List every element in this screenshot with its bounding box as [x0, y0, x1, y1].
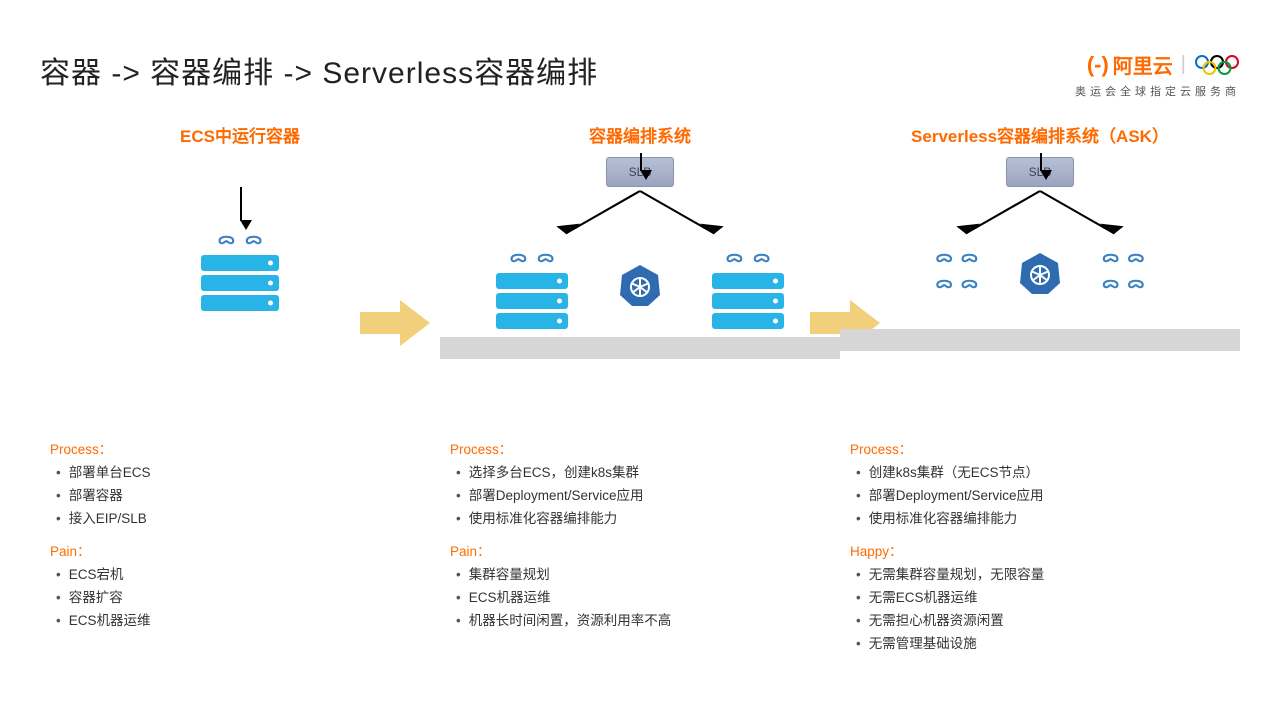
pain-list: 集群容量规划 ECS机器运维 机器长时间闲置，资源利用率不高	[450, 564, 830, 633]
column-orchestration: 容器编排系统 SLB	[440, 122, 840, 655]
kubernetes-icon	[1018, 251, 1062, 295]
pain-list: ECS宕机 容器扩容 ECS机器运维	[50, 564, 430, 633]
column-serverless: Serverless容器编排系统（ASK） SLB ᯅᯅ	[840, 122, 1240, 655]
process-heading: Process：	[450, 439, 830, 462]
pod-icon: ᯅ	[935, 245, 952, 267]
pod-icon: ᯅ	[510, 245, 527, 267]
server-icon	[201, 255, 279, 311]
server-icon	[712, 273, 784, 329]
pod-icon: ᯅ	[726, 245, 743, 267]
column-title: ECS中运行容器	[50, 122, 430, 147]
pod-icon: ᯅ	[1127, 245, 1144, 267]
pod-icon: ᯅ	[537, 245, 554, 267]
pod-icon: ᯅ	[1102, 271, 1119, 293]
pod-icon: ᯅ	[753, 245, 770, 267]
process-heading: Process：	[850, 439, 1230, 462]
slide-title: 容器 -> 容器编排 -> Serverless容器编排	[40, 48, 1240, 92]
pod-icon: ᯅ	[245, 227, 262, 249]
pod-icon: ᯅ	[935, 271, 952, 293]
alicloud-logo: (-)阿里云	[1087, 50, 1173, 79]
olympic-rings-icon	[1194, 54, 1240, 76]
column-title: Serverless容器编排系统（ASK）	[850, 122, 1230, 147]
happy-heading: Happy：	[850, 541, 1230, 564]
separator: |	[1181, 53, 1186, 76]
infra-bar	[440, 337, 840, 359]
pod-icon: ᯅ	[1127, 271, 1144, 293]
process-list: 部署单台ECS 部署容器 接入EIP/SLB	[50, 462, 430, 531]
column-ecs: ECS中运行容器 ᯅ ᯅ Process： 部署单台ECS 部署容器 接入E	[40, 122, 440, 655]
pod-icon: ᯅ	[961, 245, 978, 267]
column-title: 容器编排系统	[450, 122, 830, 147]
happy-list: 无需集群容量规划，无限容量 无需ECS机器运维 无需担心机器资源闲置 无需管理基…	[850, 564, 1230, 656]
pod-icon: ᯅ	[961, 271, 978, 293]
brand-tagline: 奥运会全球指定云服务商	[1075, 83, 1240, 99]
kubernetes-icon	[618, 263, 662, 307]
process-heading: Process：	[50, 439, 430, 462]
infra-bar	[840, 329, 1240, 351]
process-list: 创建k8s集群（无ECS节点） 部署Deployment/Service应用 使…	[850, 462, 1230, 531]
pain-heading: Pain：	[450, 541, 830, 564]
pain-heading: Pain：	[50, 541, 430, 564]
pod-icon: ᯅ	[1102, 245, 1119, 267]
pod-icon: ᯅ	[218, 227, 235, 249]
split-arrows-icon	[850, 189, 1230, 245]
process-list: 选择多台ECS，创建k8s集群 部署Deployment/Service应用 使…	[450, 462, 830, 531]
server-icon	[496, 273, 568, 329]
brand-block: (-)阿里云 | 奥运会全球指定云服务商	[1075, 50, 1240, 99]
split-arrows-icon	[450, 189, 830, 245]
